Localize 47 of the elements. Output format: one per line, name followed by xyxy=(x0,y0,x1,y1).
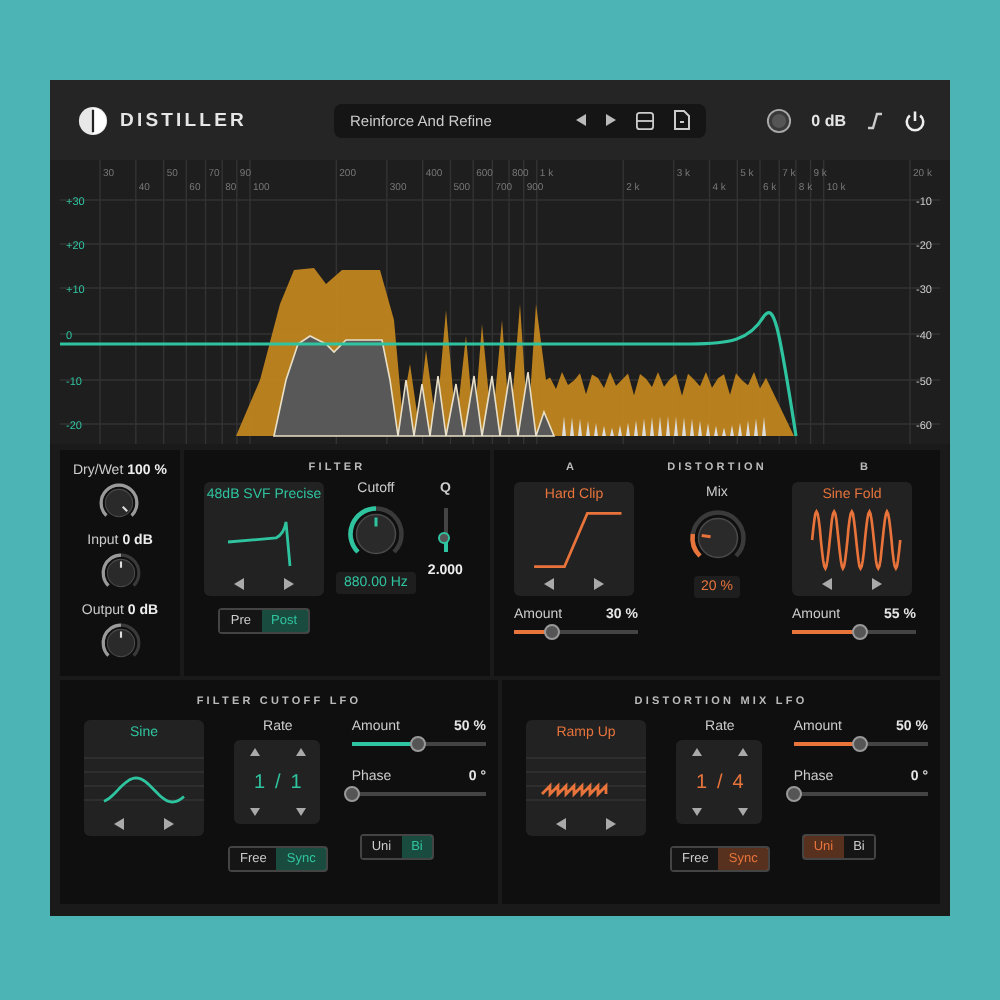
rate-denominator: 4 xyxy=(732,771,744,793)
down-arrow-icon[interactable] xyxy=(737,808,748,816)
up-arrow-icon[interactable] xyxy=(691,748,702,756)
rate-selector[interactable]: 1 / 4 xyxy=(676,740,763,824)
previous-icon[interactable] xyxy=(576,114,586,126)
slider-thumb[interactable] xyxy=(852,736,869,752)
curve-icon[interactable] xyxy=(866,111,884,129)
logo-icon xyxy=(78,105,108,135)
slider-thumb[interactable] xyxy=(543,624,560,640)
right-arrow-icon[interactable] xyxy=(594,578,604,590)
knob[interactable] xyxy=(99,551,141,593)
knob[interactable] xyxy=(98,481,141,523)
right-arrow-icon[interactable] xyxy=(284,578,294,590)
slider-thumb[interactable] xyxy=(437,532,450,545)
q-slider[interactable] xyxy=(443,508,448,552)
slider-thumb[interactable] xyxy=(343,786,360,802)
next-icon[interactable] xyxy=(606,114,616,126)
rate-denominator: 1 xyxy=(290,771,302,793)
rate-separator: / xyxy=(275,771,281,793)
power-icon[interactable] xyxy=(904,109,926,131)
down-arrow-icon[interactable] xyxy=(295,808,306,816)
rate-separator: / xyxy=(717,771,723,793)
slider-thumb[interactable] xyxy=(410,736,427,752)
output-gain: 0 dB xyxy=(811,111,846,129)
up-arrow-icon[interactable] xyxy=(249,748,260,756)
right-arrow-icon[interactable] xyxy=(606,818,616,830)
left-arrow-icon[interactable] xyxy=(544,578,554,590)
rate-selector[interactable]: 1 / 1 xyxy=(234,740,321,824)
left-arrow-icon[interactable] xyxy=(234,578,244,590)
slider-thumb[interactable] xyxy=(785,786,802,802)
rate-numerator: 1 xyxy=(695,771,708,793)
file-icon[interactable] xyxy=(674,110,690,130)
up-arrow-icon[interactable] xyxy=(295,748,306,756)
rate-numerator: 1 xyxy=(253,771,266,793)
logo-text: DISTILLER xyxy=(120,109,247,131)
gain-knob[interactable] xyxy=(765,107,792,133)
slider-thumb[interactable] xyxy=(852,624,869,640)
down-arrow-icon[interactable] xyxy=(691,808,702,816)
left-arrow-icon[interactable] xyxy=(822,578,832,590)
right-arrow-icon[interactable] xyxy=(164,818,174,830)
right-arrow-icon[interactable] xyxy=(872,578,882,590)
left-arrow-icon[interactable] xyxy=(556,818,566,830)
left-arrow-icon[interactable] xyxy=(114,818,124,830)
save-icon[interactable] xyxy=(636,111,654,129)
down-arrow-icon[interactable] xyxy=(249,808,260,816)
up-arrow-icon[interactable] xyxy=(737,748,748,756)
knob[interactable] xyxy=(99,621,141,663)
